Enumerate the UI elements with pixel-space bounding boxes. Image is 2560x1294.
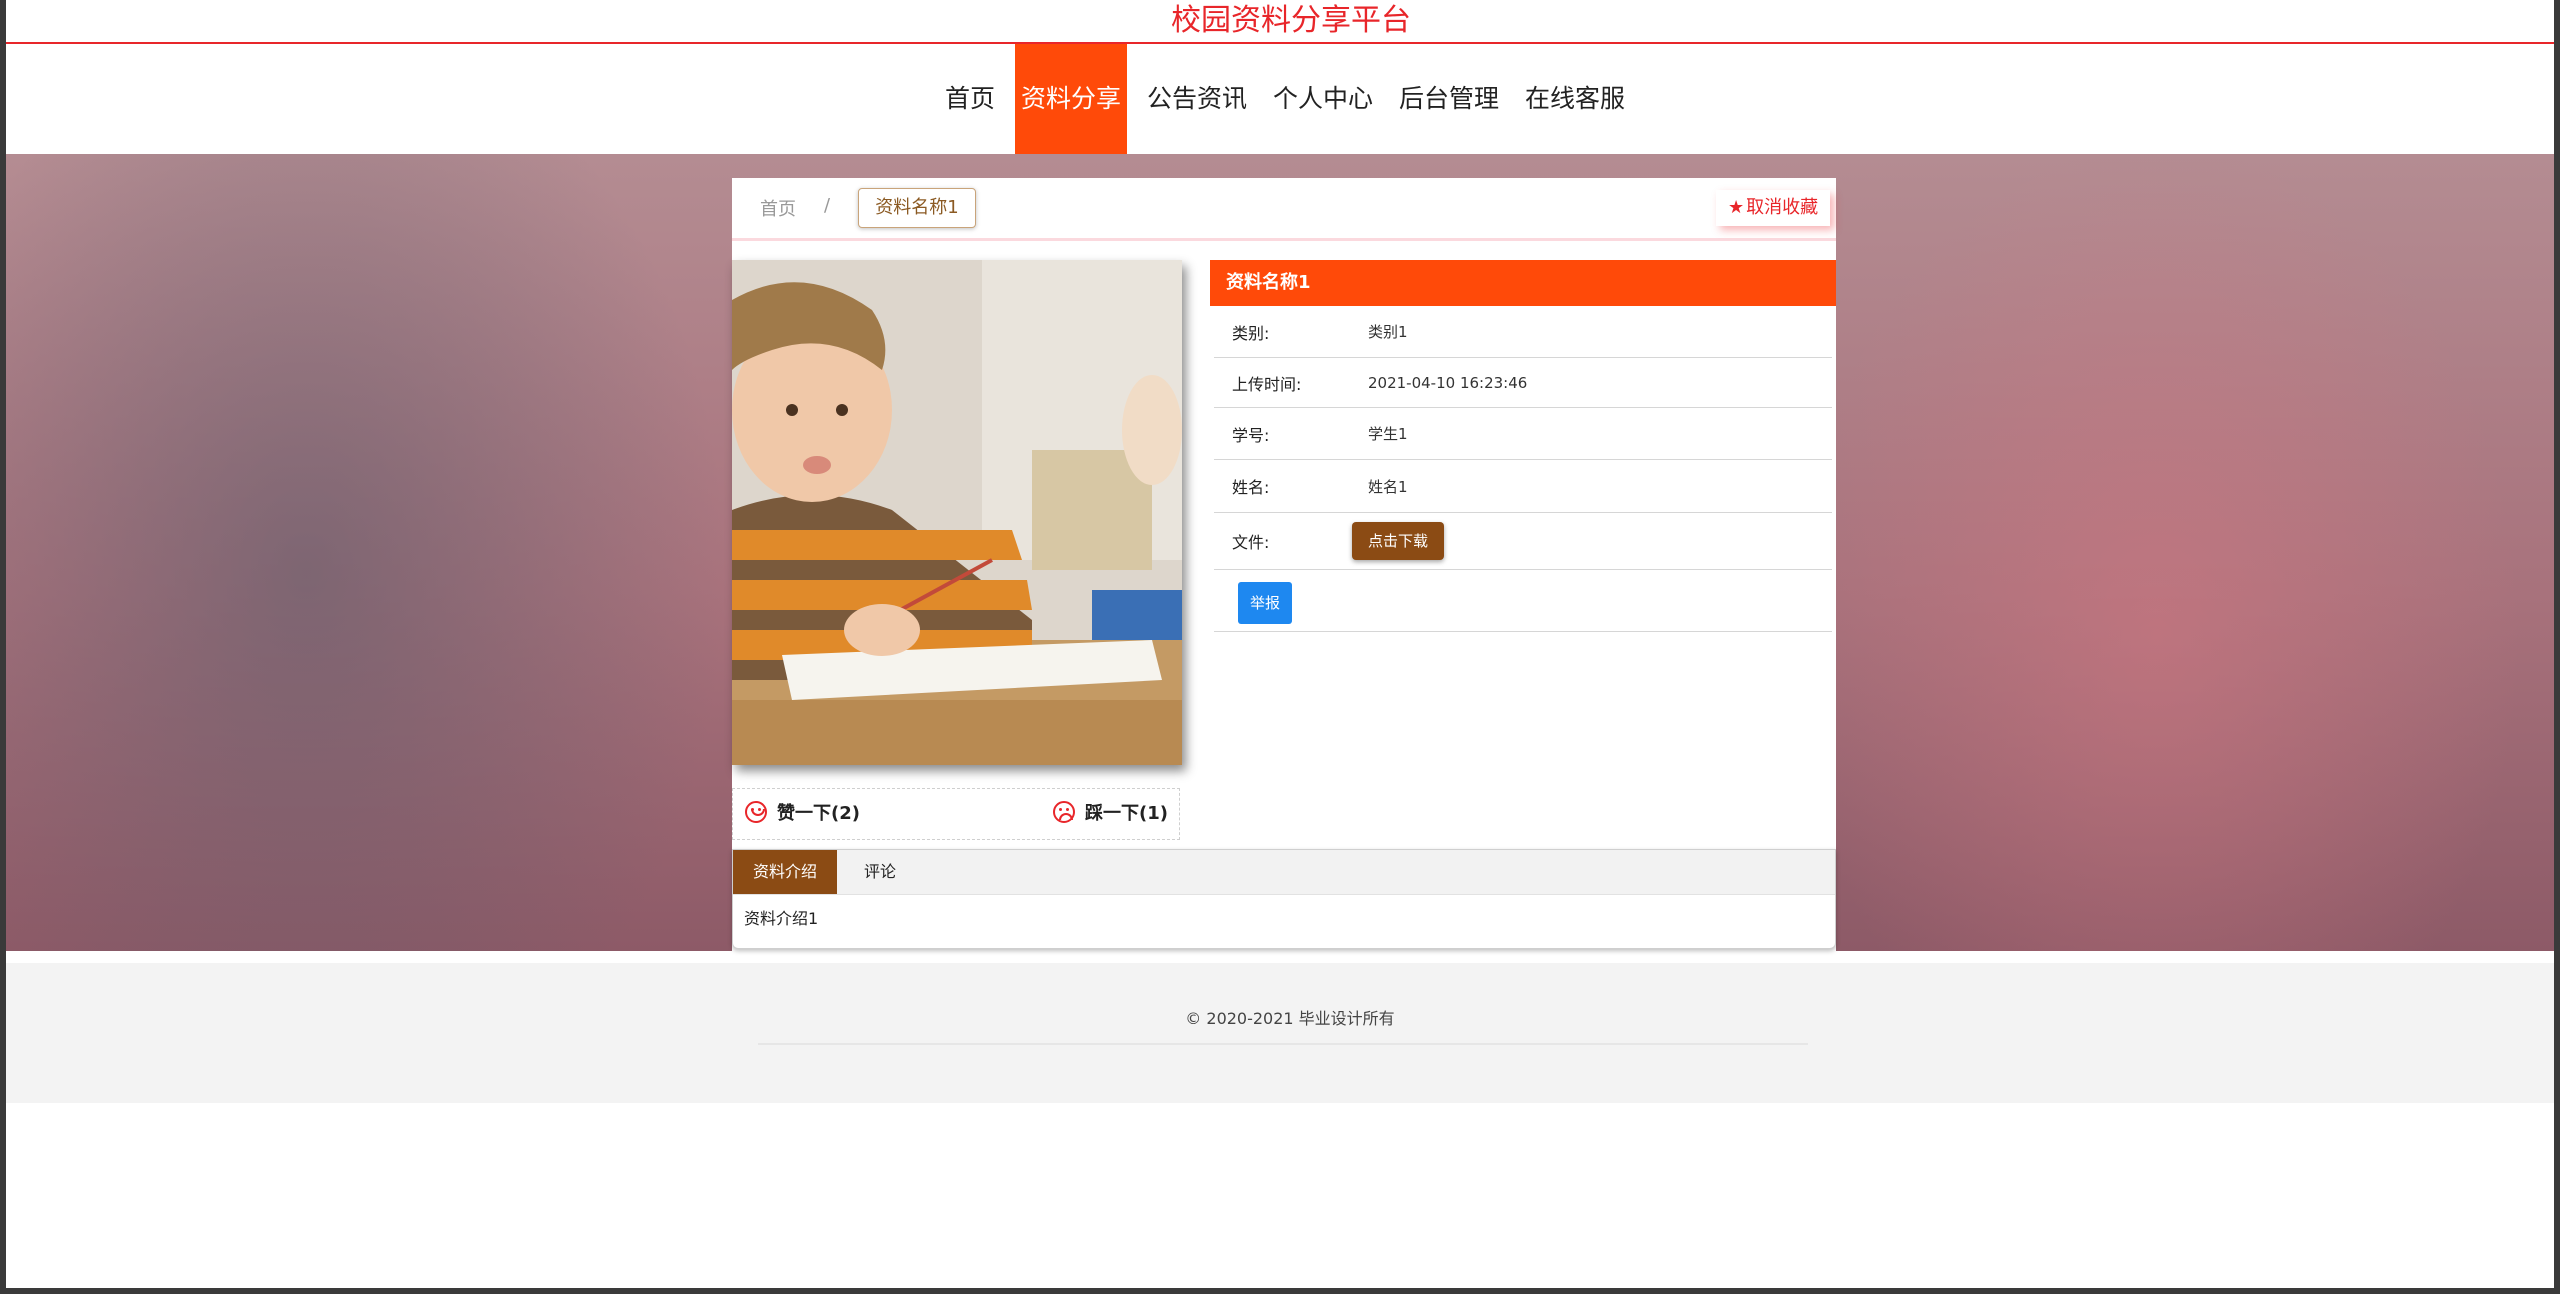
student-photo-illustration xyxy=(732,260,1182,765)
info-label: 上传时间: xyxy=(1232,374,1302,394)
info-value: 学生1 xyxy=(1368,425,1408,443)
tab-panel: 资料介绍 评论 资料介绍1 xyxy=(732,849,1836,949)
nav-item-support[interactable]: 在线客服 xyxy=(1519,44,1631,154)
nav-item-share[interactable]: 资料分享 xyxy=(1014,44,1127,154)
info-row-name: 姓名: 姓名1 xyxy=(1214,460,1832,513)
nav-item-news[interactable]: 公告资讯 xyxy=(1141,44,1253,154)
nav-item-home[interactable]: 首页 xyxy=(939,44,1001,154)
report-button[interactable]: 举报 xyxy=(1238,582,1293,624)
vote-bar: 赞一下(2) 踩一下(1) xyxy=(732,788,1180,840)
info-label: 文件: xyxy=(1232,533,1270,552)
info-value: 姓名1 xyxy=(1368,477,1408,496)
info-row-student-id: 学号: 学生1 xyxy=(1214,408,1832,460)
tab-introduction[interactable]: 资料介绍 xyxy=(733,850,838,894)
resource-info: 资料名称1 类别: 类别1 上传时间: 2021-04-10 16:23:46 … xyxy=(1210,260,1836,632)
breadcrumb-home[interactable]: 首页 xyxy=(760,195,796,221)
tab-bar: 资料介绍 评论 xyxy=(733,850,1835,895)
info-row-upload-time: 上传时间: 2021-04-10 16:23:46 xyxy=(1214,358,1832,408)
copyright-text: © 2020-2021 毕业设计所有 xyxy=(1185,1009,1395,1028)
dislike-button[interactable]: 踩一下(1) xyxy=(1053,789,1168,839)
info-value: 类别1 xyxy=(1368,323,1408,341)
star-icon: ★ xyxy=(1728,197,1745,218)
info-row-file: 文件: 点击下载 xyxy=(1214,513,1832,570)
nav-item-admin[interactable]: 后台管理 xyxy=(1393,44,1505,154)
site-header: 校园资料分享平台 xyxy=(6,0,2554,44)
main-nav: 首页 资料分享 公告资讯 个人中心 后台管理 在线客服 xyxy=(6,44,2554,154)
tab-content: 资料介绍1 xyxy=(744,909,819,928)
footer-divider xyxy=(758,1043,1808,1045)
page: 校园资料分享平台 首页 资料分享 公告资讯 个人中心 后台管理 在线客服 首页 … xyxy=(6,0,2554,1288)
info-row-report: 举报 xyxy=(1214,570,1832,632)
info-row-category: 类别: 类别1 xyxy=(1214,306,1832,358)
breadcrumb-current: 资料名称1 xyxy=(858,188,976,228)
info-label: 类别: xyxy=(1232,323,1270,343)
smile-icon xyxy=(745,801,767,823)
breadcrumb: 首页 / 资料名称1 ★ 取消收藏 xyxy=(732,178,1836,241)
resource-title: 资料名称1 xyxy=(1210,260,1836,306)
info-value: 2021-04-10 16:23:46 xyxy=(1368,373,1528,392)
detail-panel: 首页 / 资料名称1 ★ 取消收藏 赞一下(2) 踩一下(1) 资料名称1 类别… xyxy=(732,178,1836,951)
nav-item-profile[interactable]: 个人中心 xyxy=(1267,44,1379,154)
frown-icon xyxy=(1053,801,1075,823)
download-button[interactable]: 点击下载 xyxy=(1352,522,1445,560)
resource-image xyxy=(732,260,1182,765)
dislike-label: 踩一下(1) xyxy=(1085,803,1168,824)
tab-comments[interactable]: 评论 xyxy=(837,850,923,894)
unfavorite-button[interactable]: ★ 取消收藏 xyxy=(1716,190,1831,226)
info-label: 姓名: xyxy=(1232,478,1270,497)
footer: © 2020-2021 毕业设计所有 xyxy=(6,963,2554,1103)
like-button[interactable]: 赞一下(2) xyxy=(745,789,860,839)
like-label: 赞一下(2) xyxy=(777,803,860,824)
site-title: 校园资料分享平台 xyxy=(1171,3,1411,38)
info-label: 学号: xyxy=(1232,425,1270,445)
breadcrumb-separator: / xyxy=(824,195,831,216)
unfavorite-label: 取消收藏 xyxy=(1746,197,1819,218)
